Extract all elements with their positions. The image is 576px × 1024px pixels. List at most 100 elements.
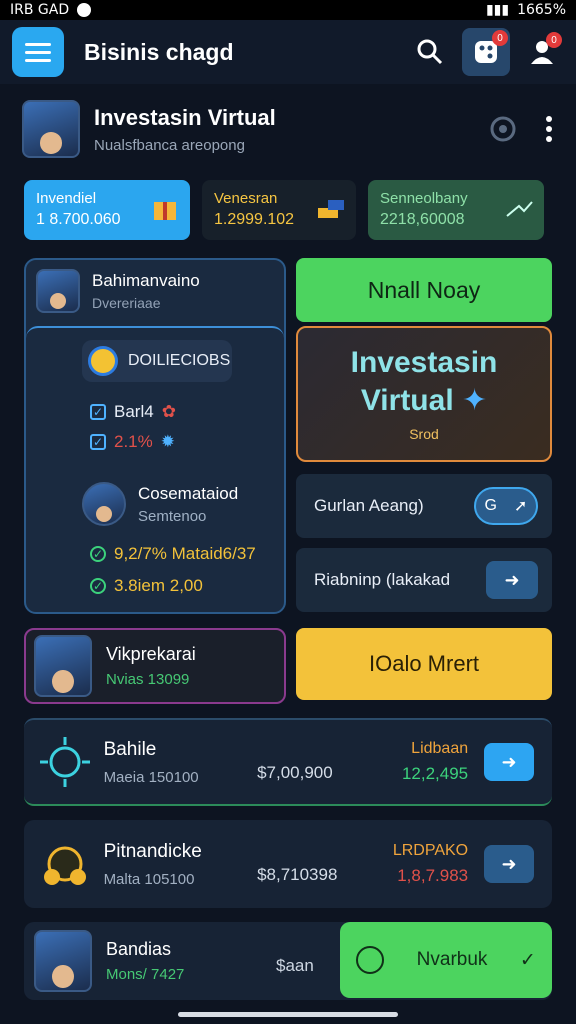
check-item[interactable]: ✓ Barl4 ✿: [90, 402, 176, 422]
panel-subtitle: Dvereriaae: [92, 295, 161, 311]
stat-card-venesran[interactable]: Venesran 1.2999.102: [202, 180, 356, 240]
panel-avatar: [36, 269, 80, 313]
metric-line: ✓ 9,2/7% Mataid6/37: [90, 544, 256, 564]
gold-coins-icon: [36, 834, 94, 894]
asset-subtitle: Malta 105100: [103, 870, 195, 888]
flower-icon: ✿: [161, 402, 176, 421]
sparkle-icon: ✦: [462, 384, 488, 417]
profile-row: Investasin Virtual Nualsfbanca areopong: [0, 84, 576, 160]
panel-name: Bahimanvaino: [92, 271, 200, 290]
option-toggle[interactable]: G ➚: [474, 487, 538, 525]
yellow-action-button[interactable]: IOalo Mrert: [296, 628, 552, 700]
arrow-right-icon: ➜: [504, 569, 520, 590]
option-label: Riabninp (lakakad: [314, 570, 451, 589]
profile-name: Investasin Virtual: [94, 104, 276, 130]
arrow-right-icon: ➜: [501, 751, 517, 772]
app-header: Bisinis chagd 0 0: [0, 20, 576, 84]
investasin-card[interactable]: Investasin Virtual ✦ Srod: [296, 326, 552, 462]
profile-avatar: [22, 100, 80, 158]
metric-text: 3.8iem 2,00: [114, 576, 203, 595]
check-circle-icon: ✓: [90, 546, 106, 562]
vip-avatar: [34, 635, 92, 697]
notification-badge: 0: [492, 30, 508, 46]
check-label: Barl4: [114, 402, 154, 421]
portfolio-panel: Bahimanvaino Dvereriaae DOILIECIOBS ✓ Ba…: [24, 258, 286, 614]
gold-bars-icon: [318, 200, 344, 218]
primary-green-button[interactable]: Nnall Noay: [296, 258, 552, 322]
coin-pill-label: DOILIECIOBS: [128, 352, 231, 369]
coin-outline-icon: [356, 946, 385, 974]
card-title-line2: Virtual ✦: [360, 384, 488, 417]
check-circle-icon: ✓: [90, 578, 106, 594]
gear-icon: ✹: [160, 432, 175, 451]
asset-row[interactable]: Bahile Maeia 150100 $7,00,900 Lidbaan 12…: [24, 718, 552, 806]
vip-card[interactable]: Vikprekarai Nvias 13099: [24, 628, 286, 704]
option-label: Gurlan Aeang): [314, 496, 424, 515]
stats-row: Invendiel 1 8.700.060 Venesran 1.2999.10…: [0, 160, 576, 240]
trend-arrow-icon: [506, 201, 533, 217]
asset-name: Pitnandicke: [103, 840, 202, 862]
checkbox-icon: ✓: [90, 434, 106, 450]
asset-price: $aan: [276, 956, 314, 975]
menu-button[interactable]: [12, 27, 64, 77]
gift-box-icon: [154, 202, 176, 220]
search-icon: [417, 39, 443, 65]
asset-row[interactable]: Bandias Mons/ 7427 $aan Nvarbuk ✓: [24, 922, 552, 1000]
signal-icon: ▮▮▮: [485, 2, 510, 18]
asset-name: Bahile: [103, 738, 157, 760]
arrow-right-button[interactable]: ➜: [486, 561, 538, 599]
buy-button-label: Nvarbuk: [416, 949, 488, 970]
card-title-line1: Investasin: [350, 346, 498, 379]
sun-chart-icon: [36, 732, 94, 792]
profile-subtitle: Nualsfbanca areopong: [94, 136, 245, 154]
coin-pill[interactable]: DOILIECIOBS: [82, 340, 232, 382]
status-carrier: IRB GAD: [10, 2, 70, 18]
vip-name: Vikprekarai: [106, 644, 196, 664]
asset-change-label: LRDPAKO: [392, 842, 469, 859]
asset-open-button[interactable]: ➜: [484, 845, 535, 883]
asset-price: $7,00,900: [257, 763, 333, 782]
asset-name: Bandias: [106, 939, 172, 959]
person-item[interactable]: Cosemataiod Semtenoo: [82, 482, 238, 526]
refresh-icon[interactable]: [486, 112, 520, 146]
asset-subtitle: Maeia 150100: [103, 768, 199, 786]
check-label: 2.1%: [114, 432, 153, 451]
checkbox-icon: ✓: [90, 404, 106, 420]
asset-change-value: 1,8,7.983: [397, 866, 469, 885]
check-icon: ✓: [519, 949, 536, 971]
panel-inner: DOILIECIOBS ✓ Barl4 ✿ ✓ 2.1% ✹ Cosematai…: [26, 326, 284, 612]
search-button[interactable]: [408, 30, 452, 74]
game-button[interactable]: 0: [462, 28, 510, 76]
asset-open-button[interactable]: ➜: [484, 743, 535, 781]
metric-line: ✓ 3.8iem 2,00: [90, 576, 203, 596]
more-vertical-icon[interactable]: [544, 115, 554, 143]
asset-price: $8,710398: [257, 865, 338, 884]
stat-card-invested[interactable]: Invendiel 1 8.700.060: [24, 180, 190, 240]
profile-badge: 0: [546, 32, 562, 48]
app-title: Bisinis chagd: [84, 38, 234, 65]
coin-icon: [88, 346, 118, 376]
option-row[interactable]: Gurlan Aeang) G ➚: [296, 474, 552, 538]
profile-button[interactable]: 0: [520, 30, 564, 74]
option-row[interactable]: Riabninp (lakakad ➜: [296, 548, 552, 612]
asset-change-value: 12,2,495: [401, 764, 469, 783]
vip-subtitle: Nvias 13099: [106, 671, 190, 688]
home-indicator[interactable]: [178, 1012, 398, 1017]
arrow-right-icon: ➜: [501, 853, 517, 874]
status-bar: IRB GAD ▮▮▮ 1665%: [0, 0, 576, 20]
battery-text: 1665%: [517, 2, 566, 18]
check-item[interactable]: ✓ 2.1% ✹: [90, 432, 175, 452]
asset-avatar: [34, 930, 92, 992]
asset-subtitle: Mons/ 7427: [106, 966, 185, 983]
person-subtitle: Semtenoo: [138, 507, 207, 525]
metric-text: 9,2/7% Mataid6/37: [114, 544, 256, 563]
buy-button[interactable]: Nvarbuk ✓: [340, 922, 552, 998]
card-subtitle: Srod: [409, 426, 439, 442]
asset-row[interactable]: Pitnandicke Malta 105100 $8,710398 LRDPA…: [24, 820, 552, 908]
stat-card-senneolbany[interactable]: Senneolbany 2218,60008: [368, 180, 544, 240]
person-avatar: [82, 482, 126, 526]
notification-dot-icon: [77, 3, 92, 17]
pin-icon: ➚: [514, 498, 528, 515]
asset-change-label: Lidbaan: [411, 740, 469, 757]
person-name: Cosemataiod: [138, 483, 239, 503]
